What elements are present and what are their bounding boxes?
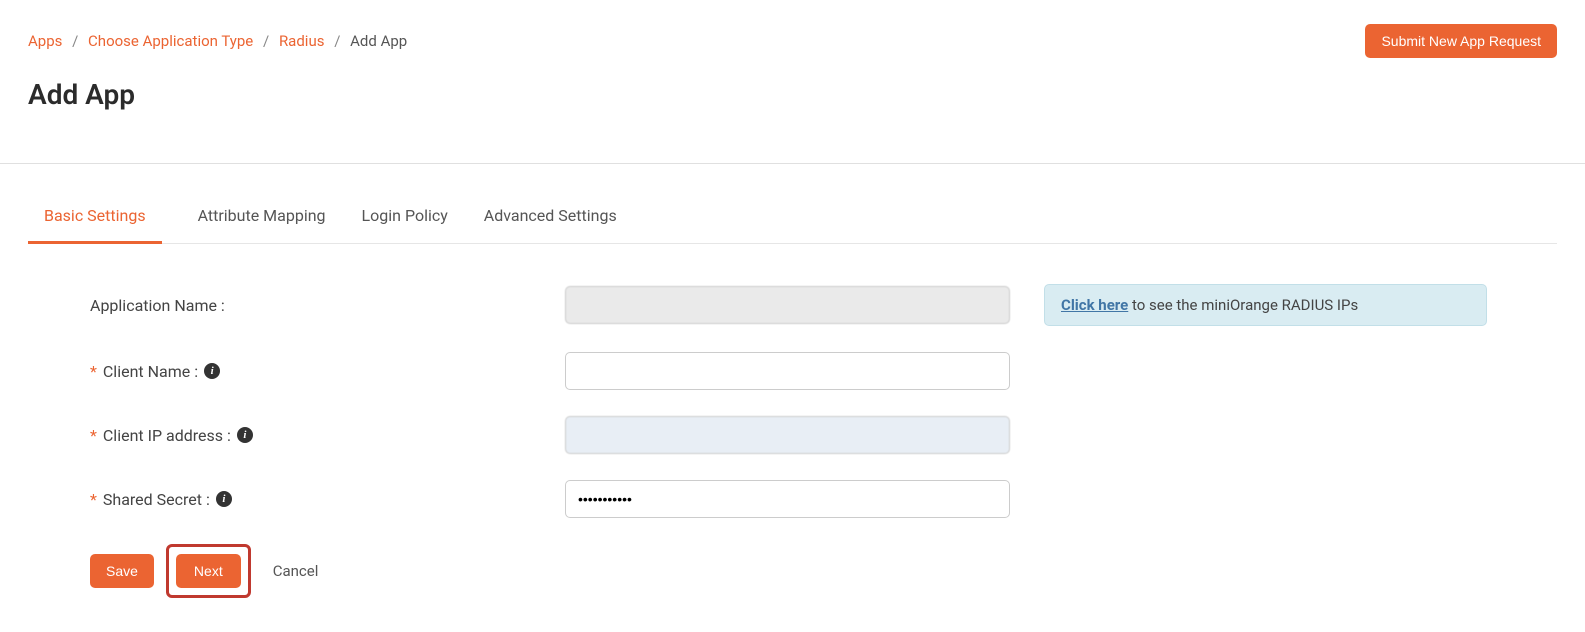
tab-basic-settings[interactable]: Basic Settings <box>28 190 162 244</box>
client-ip-input[interactable] <box>565 416 1010 454</box>
shared-secret-label: * Shared Secret : i <box>90 490 565 509</box>
breadcrumb-choose-type[interactable]: Choose Application Type <box>88 32 253 50</box>
breadcrumb-current: Add App <box>350 32 407 50</box>
breadcrumb-radius[interactable]: Radius <box>279 32 325 50</box>
submit-new-app-request-button[interactable]: Submit New App Request <box>1365 24 1557 58</box>
breadcrumb-sep: / <box>72 32 78 50</box>
divider <box>0 163 1585 164</box>
breadcrumb-apps[interactable]: Apps <box>28 32 62 50</box>
cancel-link[interactable]: Cancel <box>273 562 319 580</box>
action-bar: Save Next Cancel <box>90 544 1495 598</box>
client-ip-label: * Client IP address : i <box>90 426 565 445</box>
breadcrumb-sep: / <box>334 32 340 50</box>
required-asterisk: * <box>90 490 97 509</box>
next-button-highlight: Next <box>166 544 251 598</box>
next-button[interactable]: Next <box>176 554 241 588</box>
save-button[interactable]: Save <box>90 554 154 588</box>
tab-advanced-settings[interactable]: Advanced Settings <box>484 190 617 244</box>
info-rest-text: to see the miniOrange RADIUS IPs <box>1128 296 1358 314</box>
application-name-label: Application Name : <box>90 296 565 315</box>
info-icon[interactable]: i <box>204 363 220 379</box>
breadcrumb-sep: / <box>263 32 269 50</box>
shared-secret-input[interactable] <box>565 480 1010 518</box>
page-title: Add App <box>28 78 1557 111</box>
required-asterisk: * <box>90 362 97 381</box>
client-name-label: * Client Name : i <box>90 362 565 381</box>
info-icon[interactable]: i <box>216 491 232 507</box>
click-here-link[interactable]: Click here <box>1061 296 1128 314</box>
info-icon[interactable]: i <box>237 427 253 443</box>
tab-attribute-mapping[interactable]: Attribute Mapping <box>198 190 326 244</box>
client-name-input[interactable] <box>565 352 1010 390</box>
application-name-input <box>565 286 1010 324</box>
breadcrumb: Apps / Choose Application Type / Radius … <box>28 32 407 50</box>
tabs: Basic Settings Attribute Mapping Login P… <box>28 190 1557 244</box>
radius-ip-info-box: Click here to see the miniOrange RADIUS … <box>1044 284 1487 326</box>
tab-login-policy[interactable]: Login Policy <box>362 190 448 244</box>
required-asterisk: * <box>90 426 97 445</box>
